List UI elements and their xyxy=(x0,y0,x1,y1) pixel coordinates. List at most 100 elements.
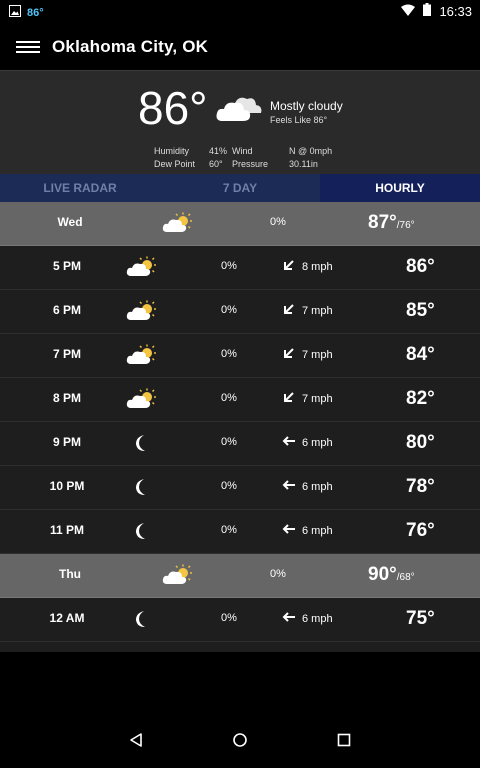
wind-speed: 6 mph xyxy=(302,524,333,537)
precip-chance: 0% xyxy=(221,304,237,316)
day-summary-row[interactable]: Wed 0% 87°/76° xyxy=(0,202,480,246)
precip-chance: 0% xyxy=(221,436,237,448)
hourly-row[interactable]: 12 AM 0% 6 mph 75° xyxy=(0,598,480,642)
hourly-row[interactable]: 7 PM 0% 7 mph 84° xyxy=(0,334,480,378)
hour-label: 11 PM xyxy=(49,523,85,537)
dew-point-label: Dew Point xyxy=(154,159,196,169)
hourly-row[interactable]: 9 PM 0% 6 mph 80° xyxy=(0,422,480,466)
wind-direction-arrow-icon xyxy=(282,610,296,627)
status-temp: 86° xyxy=(27,7,44,19)
current-condition: Mostly cloudy xyxy=(270,99,343,113)
hour-label: 6 PM xyxy=(52,303,81,317)
moon-icon xyxy=(126,608,158,632)
wind-info: 6 mph xyxy=(282,522,333,539)
hourly-row[interactable]: 6 PM 0% 7 mph 85° xyxy=(0,290,480,334)
recents-button[interactable] xyxy=(332,728,356,752)
wind-speed: 7 mph xyxy=(302,392,333,405)
wind-value: N @ 0mph xyxy=(289,146,333,156)
current-conditions: 86° Mostly cloudy Feels Like 86° Humidit… xyxy=(0,70,480,175)
wind-direction-arrow-icon xyxy=(282,346,296,363)
pressure-label: Pressure xyxy=(232,159,269,169)
day-label: Thu xyxy=(59,567,81,581)
wind-direction-arrow-icon xyxy=(282,478,296,495)
image-icon xyxy=(9,4,21,22)
wind-speed: 7 mph xyxy=(302,304,333,317)
tab-7-day[interactable]: 7 DAY xyxy=(160,174,320,202)
partly-cloudy-icon xyxy=(126,388,158,412)
moon-icon xyxy=(126,520,158,544)
hour-temp: 80° xyxy=(406,432,435,453)
wind-direction-arrow-icon xyxy=(282,434,296,451)
day-low: /76° xyxy=(396,220,415,231)
status-time: 16:33 xyxy=(439,3,472,19)
wind-info: 7 mph xyxy=(282,302,333,319)
humidity-label: Humidity xyxy=(154,146,190,156)
wind-speed: 7 mph xyxy=(302,348,333,361)
partly-cloudy-icon xyxy=(126,256,158,280)
wind-speed: 6 mph xyxy=(302,436,333,449)
precip-chance: 0% xyxy=(221,392,237,404)
wind-label: Wind xyxy=(232,146,253,156)
pressure-value: 30.11in xyxy=(289,159,318,169)
wind-info: 7 mph xyxy=(282,390,333,407)
day-high: 90° xyxy=(368,564,397,585)
hour-temp: 86° xyxy=(406,256,435,277)
hour-temp: 78° xyxy=(406,476,435,497)
precip-chance: 0% xyxy=(270,568,286,580)
status-bar: 86° 16:33 xyxy=(0,0,480,24)
hour-label: 8 PM xyxy=(52,391,81,405)
tab-live-radar[interactable]: LIVE RADAR xyxy=(0,174,160,202)
precip-chance: 0% xyxy=(221,260,237,272)
battery-icon xyxy=(423,3,432,19)
hour-temp: 75° xyxy=(406,608,435,629)
wind-direction-arrow-icon xyxy=(282,522,296,539)
dew-point-value: 60° xyxy=(209,159,223,169)
day-summary-row[interactable]: Thu 0% 90°/68° xyxy=(0,554,480,598)
wind-direction-arrow-icon xyxy=(282,302,296,319)
precip-chance: 0% xyxy=(221,524,237,536)
wind-info: 6 mph xyxy=(282,610,333,627)
day-label: Wed xyxy=(57,215,83,229)
precip-chance: 0% xyxy=(221,348,237,360)
partly-cloudy-icon xyxy=(126,300,158,324)
hourly-row[interactable]: 5 PM 0% 8 mph 86° xyxy=(0,246,480,290)
hour-temp: 76° xyxy=(406,520,435,541)
hourly-row[interactable]: 8 PM 0% 7 mph 82° xyxy=(0,378,480,422)
partly-cloudy-icon xyxy=(126,344,158,368)
wind-direction-arrow-icon xyxy=(282,258,296,275)
hourly-row[interactable] xyxy=(0,642,480,652)
page-title: Oklahoma City, OK xyxy=(52,37,209,56)
partly-cloudy-icon xyxy=(162,564,194,588)
hour-label: 9 PM xyxy=(52,435,81,449)
hour-temp: 84° xyxy=(406,344,435,365)
hour-temp: 85° xyxy=(406,300,435,321)
app-bar: Oklahoma City, OK xyxy=(0,24,480,70)
navigation-bar xyxy=(0,712,480,768)
tab-hourly[interactable]: HOURLY xyxy=(320,174,480,202)
wind-speed: 6 mph xyxy=(302,612,333,625)
wind-speed: 6 mph xyxy=(302,480,333,493)
day-temp: 90°/68° xyxy=(368,564,415,586)
hour-label: 10 PM xyxy=(49,479,85,493)
day-low: /68° xyxy=(396,572,415,583)
menu-icon[interactable] xyxy=(16,38,40,56)
wind-info: 6 mph xyxy=(282,434,333,451)
hourly-list[interactable]: Wed 0% 87°/76° 5 PM 0% 8 mph 86° 6 PM 0% 7 mph 85°… xyxy=(0,202,480,652)
partly-cloudy-icon xyxy=(162,212,194,236)
wifi-icon xyxy=(401,4,416,19)
feels-like: Feels Like 86° xyxy=(270,115,328,125)
hourly-row[interactable]: 11 PM 0% 6 mph 76° xyxy=(0,510,480,554)
wind-speed: 8 mph xyxy=(302,260,333,273)
hour-label: 5 PM xyxy=(52,259,81,273)
precip-chance: 0% xyxy=(221,612,237,624)
cloudy-icon xyxy=(215,93,265,128)
hourly-row[interactable]: 10 PM 0% 6 mph 78° xyxy=(0,466,480,510)
hour-temp: 82° xyxy=(406,388,435,409)
current-temp: 86° xyxy=(138,82,208,134)
wind-info: 7 mph xyxy=(282,346,333,363)
wind-info: 6 mph xyxy=(282,478,333,495)
wind-direction-arrow-icon xyxy=(282,390,296,407)
humidity-value: 41% xyxy=(209,146,228,156)
back-button[interactable] xyxy=(124,728,148,752)
home-button[interactable] xyxy=(228,728,252,752)
